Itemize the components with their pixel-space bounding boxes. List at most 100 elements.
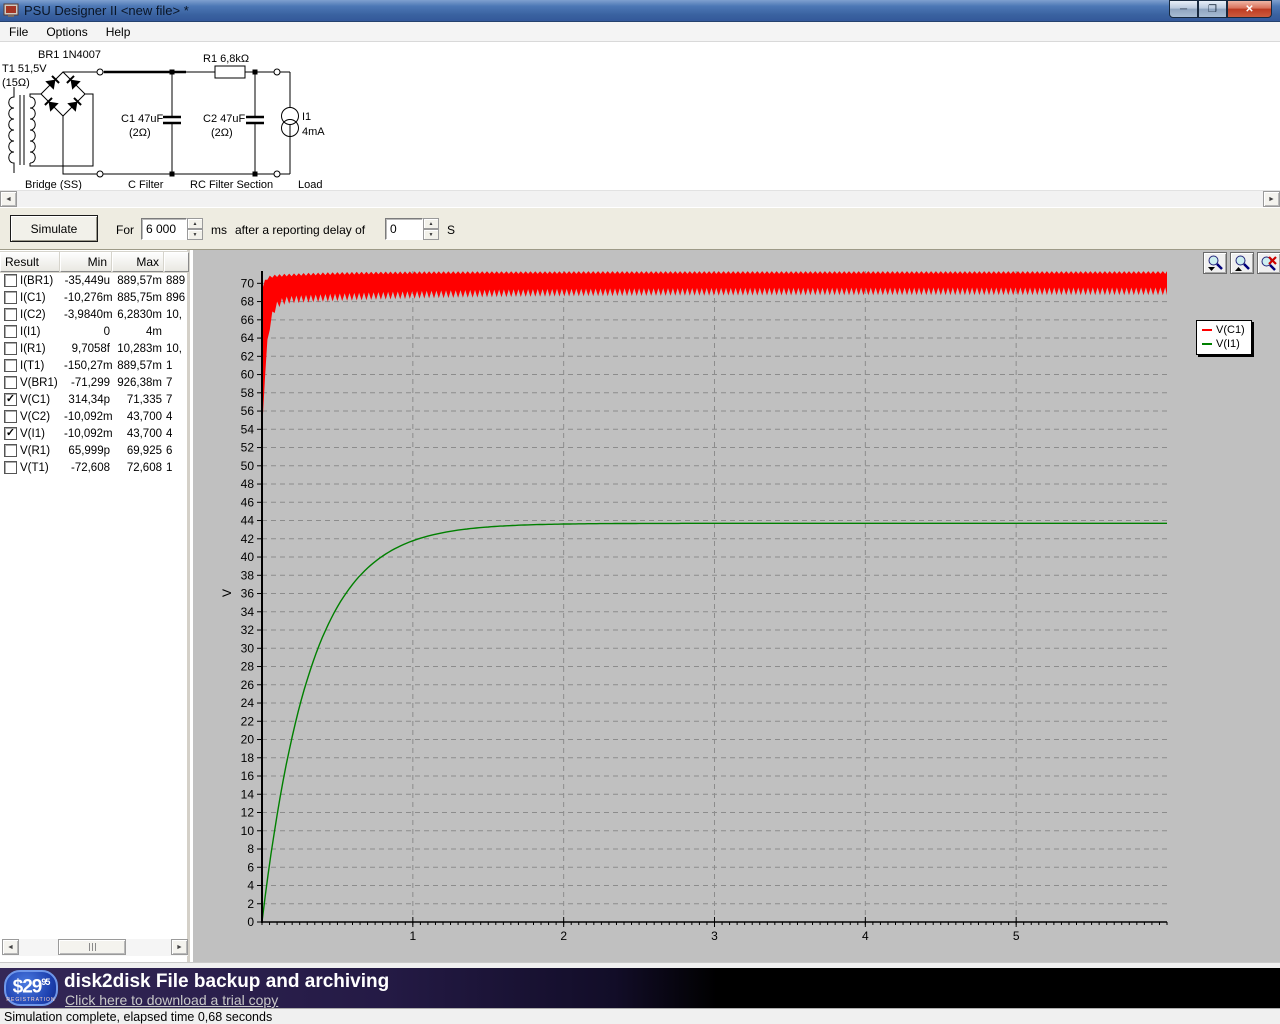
- plot-checkbox[interactable]: [4, 461, 17, 474]
- simulation-toolbar: Simulate For 6 000 ▲ ▼ ms after a report…: [0, 207, 1280, 250]
- status-bar: Simulation complete, elapsed time 0,68 s…: [0, 1008, 1280, 1024]
- table-row: V(R1)65,999p69,9256: [0, 442, 190, 459]
- delay-unit: S: [447, 223, 455, 237]
- plot-checkbox[interactable]: [4, 410, 17, 423]
- plot-checkbox[interactable]: [4, 342, 17, 355]
- result-max: 43,700: [110, 411, 162, 423]
- header-min[interactable]: Min: [60, 252, 112, 272]
- legend-color-dash: [1202, 329, 1212, 331]
- i1-value: 4mA: [302, 126, 325, 138]
- header-max[interactable]: Max: [112, 252, 164, 272]
- results-rows: I(BR1)-35,449u889,57m889I(C1)-10,276m885…: [0, 272, 190, 476]
- scroll-left-arrow[interactable]: ◄: [0, 191, 17, 207]
- result-min: -10,092m: [64, 411, 110, 423]
- result-max: 889,57m: [110, 275, 162, 287]
- minimize-button[interactable]: ─: [1169, 0, 1198, 18]
- result-min: -35,449u: [64, 275, 110, 287]
- plot-checkbox[interactable]: [4, 444, 17, 457]
- result-min: -72,608: [64, 462, 110, 474]
- y-tick-label: 60: [241, 368, 255, 382]
- table-row: I(I1)04m: [0, 323, 190, 340]
- zoom-in-button[interactable]: [1230, 252, 1254, 274]
- plot-checkbox[interactable]: ✓: [4, 393, 17, 406]
- close-button[interactable]: ✕: [1227, 0, 1272, 18]
- result-max: 926,38m: [110, 377, 162, 389]
- zoom-out-button[interactable]: [1203, 252, 1227, 274]
- status-text: Simulation complete, elapsed time 0,68 s…: [4, 1010, 272, 1024]
- duration-input[interactable]: 6 000: [141, 218, 187, 240]
- y-tick-label: 28: [241, 660, 255, 674]
- plot-checkbox[interactable]: [4, 291, 17, 304]
- y-tick-label: 46: [241, 495, 255, 509]
- table-scroll-thumb[interactable]: [58, 939, 126, 955]
- table-row: I(R1)9,7058f10,283m10,: [0, 340, 190, 357]
- c2-esr: (2Ω): [211, 127, 233, 139]
- y-tick-label: 8: [247, 842, 254, 856]
- plot-checkbox[interactable]: [4, 325, 17, 338]
- y-tick-label: 68: [241, 295, 255, 309]
- ad-download-link[interactable]: Click here to download a trial copy: [65, 992, 278, 1008]
- ad-banner[interactable]: $2995 REGISTRATION disk2disk File backup…: [0, 968, 1280, 1008]
- delay-label: after a reporting delay of: [235, 223, 365, 237]
- result-min: 0: [64, 326, 110, 338]
- result-max: 4m: [110, 326, 162, 338]
- y-tick-label: 16: [241, 769, 255, 783]
- result-extra: 889: [166, 275, 190, 287]
- chart-panel: 0246810121416182022242628303234363840424…: [193, 250, 1280, 962]
- zoom-reset-button[interactable]: [1257, 252, 1280, 274]
- header-extra[interactable]: [164, 252, 189, 272]
- waveform-chart: 0246810121416182022242628303234363840424…: [193, 250, 1280, 965]
- plot-checkbox[interactable]: [4, 359, 17, 372]
- plot-checkbox[interactable]: [4, 376, 17, 389]
- y-tick-label: 14: [241, 787, 255, 801]
- result-name: V(R1): [20, 445, 64, 457]
- y-tick-label: 22: [241, 714, 255, 728]
- result-min: 314,34p: [64, 394, 110, 406]
- table-scroll-left[interactable]: ◄: [2, 939, 19, 955]
- menu-options[interactable]: Options: [37, 23, 96, 41]
- table-row: I(C1)-10,276m885,75m896: [0, 289, 190, 306]
- plot-checkbox[interactable]: [4, 308, 17, 321]
- c1-label: C1 47uF: [121, 113, 163, 125]
- delay-input[interactable]: 0: [385, 218, 423, 240]
- plot-checkbox[interactable]: [4, 274, 17, 287]
- plot-checkbox[interactable]: ✓: [4, 427, 17, 440]
- menu-file[interactable]: File: [0, 23, 37, 41]
- restore-button[interactable]: ❐: [1198, 0, 1227, 18]
- table-row: V(C2)-10,092m43,7004: [0, 408, 190, 425]
- result-name: V(BR1): [20, 377, 64, 389]
- duration-up-arrow[interactable]: ▲: [187, 218, 203, 229]
- table-row: ✓V(C1)314,34p71,3357: [0, 391, 190, 408]
- simulate-button[interactable]: Simulate: [10, 215, 98, 242]
- section-load: Load: [298, 179, 322, 190]
- delay-down-arrow[interactable]: ▼: [423, 229, 439, 240]
- header-result[interactable]: Result: [0, 252, 60, 272]
- scroll-right-arrow[interactable]: ►: [1263, 191, 1280, 207]
- table-row: I(T1)-150,27m889,57m1: [0, 357, 190, 374]
- result-min: 65,999p: [64, 445, 110, 457]
- y-tick-label: 64: [241, 331, 255, 345]
- legend-item: V(C1): [1202, 323, 1245, 337]
- result-max: 10,283m: [110, 343, 162, 355]
- price-badge[interactable]: $2995 REGISTRATION: [4, 970, 58, 1006]
- delay-stepper: ▲ ▼: [423, 218, 439, 240]
- table-row: I(C2)-3,9840m6,2830m10,: [0, 306, 190, 323]
- table-scrollbar: ◄ ►: [2, 939, 188, 956]
- result-max: 71,335: [110, 394, 162, 406]
- menu-help[interactable]: Help: [97, 23, 140, 41]
- y-tick-label: 36: [241, 587, 255, 601]
- table-header: Result Min Max: [0, 252, 189, 272]
- delay-up-arrow[interactable]: ▲: [423, 218, 439, 229]
- result-name: I(C1): [20, 292, 64, 304]
- result-extra: 4: [166, 411, 190, 423]
- table-scroll-right[interactable]: ►: [171, 939, 188, 955]
- legend-label: V(C1): [1216, 323, 1245, 337]
- result-extra: 10,: [166, 309, 190, 321]
- duration-down-arrow[interactable]: ▼: [187, 229, 203, 240]
- result-min: -150,27m: [64, 360, 110, 372]
- result-min: -10,276m: [64, 292, 110, 304]
- y-tick-label: 30: [241, 641, 255, 655]
- br1-label: BR1 1N4007: [38, 49, 101, 61]
- result-max: 72,608: [110, 462, 162, 474]
- zoom-out-icon: [1207, 255, 1224, 272]
